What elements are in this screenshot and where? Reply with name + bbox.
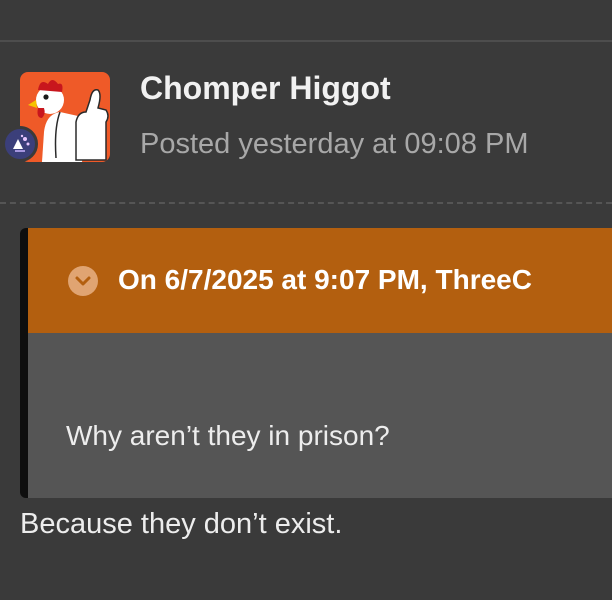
top-divider xyxy=(0,40,612,42)
post-date[interactable]: Posted yesterday at 09:08 PM xyxy=(140,128,529,161)
rank-badge-icon xyxy=(2,126,38,162)
reply-text: Because they don’t exist. xyxy=(20,508,343,540)
post-header: Chomper Higgot Posted yesterday at 09:08… xyxy=(0,60,612,180)
quote-citation[interactable]: On 6/7/2025 at 9:07 PM, ThreeC xyxy=(118,264,532,296)
chevron-down-icon[interactable] xyxy=(68,266,98,296)
quote-header[interactable]: On 6/7/2025 at 9:07 PM, ThreeC xyxy=(28,228,612,333)
post-divider xyxy=(0,202,612,204)
quote-block: On 6/7/2025 at 9:07 PM, ThreeC Why aren’… xyxy=(20,228,612,498)
quote-body: Why aren’t they in prison? xyxy=(66,420,390,451)
author-name[interactable]: Chomper Higgot xyxy=(140,70,391,107)
